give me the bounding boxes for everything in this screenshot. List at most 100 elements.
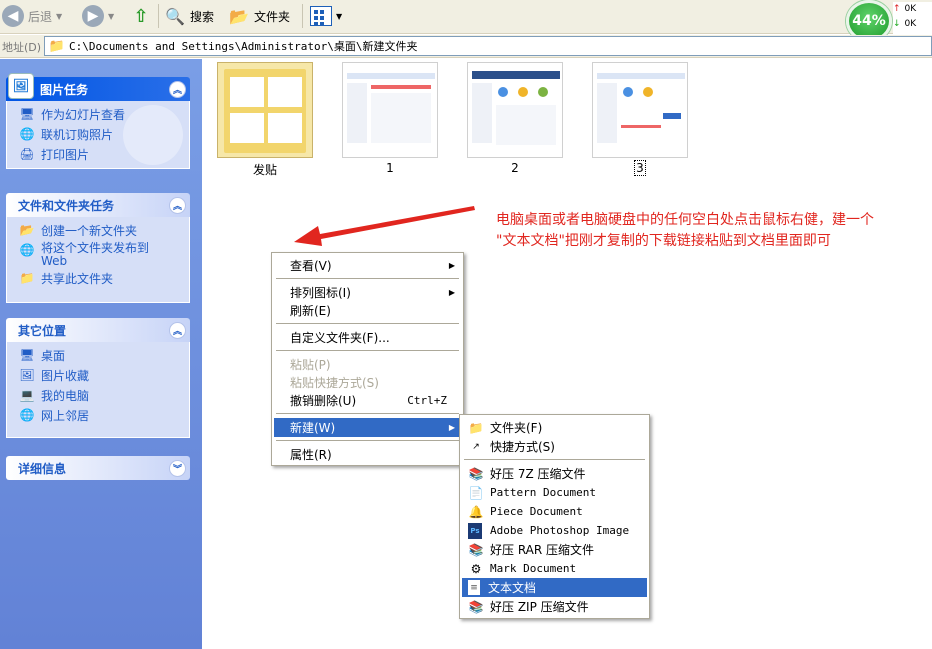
file-tasks-header[interactable]: 文件和文件夹任务 ︽ <box>6 193 190 217</box>
menu-divider <box>276 278 459 279</box>
picture-tasks-panel: 🖼 图片任务 ︽ 🖥 作为幻灯片查看 🌐 联机订购照片 🖨 打印图片 <box>6 73 190 169</box>
task-publish-web[interactable]: 🌐 将这个文件夹发布到 Web <box>19 242 189 270</box>
annotation-arrow <box>294 206 475 246</box>
back-arrow-icon: ◀ <box>2 5 24 27</box>
order-prints-icon: 🌐 <box>19 127 35 141</box>
picture-tasks-header[interactable]: 🖼 图片任务 ︽ <box>6 73 190 101</box>
menu-divider <box>464 459 645 460</box>
photoshop-icon: Ps <box>468 522 482 539</box>
menu-item-paste-shortcut[interactable]: 粘贴快捷方式(S) <box>274 373 461 392</box>
new-item-photoshop-image[interactable]: Ps Adobe Photoshop Image <box>462 521 647 540</box>
toolbar: ◀ 后退 ▼ ▶ ▼ ⇧ 🔍 搜索 📂 文件夹 ▼ <box>0 0 932 34</box>
shortcut-icon: ↗ <box>472 441 480 452</box>
up-arrow-icon: ⇧ <box>133 5 149 27</box>
task-new-folder[interactable]: 📂 创建一个新文件夹 <box>19 222 189 242</box>
my-computer-icon: 💻 <box>19 388 35 402</box>
expand-icon[interactable]: ︾ <box>169 459 186 477</box>
slideshow-icon: 🖥 <box>19 107 35 121</box>
submenu-arrow-icon: ▶ <box>448 261 455 270</box>
menu-divider <box>276 440 459 441</box>
file-name[interactable]: 发贴 <box>217 161 313 178</box>
file-tasks-body: 📂 创建一个新文件夹 🌐 将这个文件夹发布到 Web 📁 共享此文件夹 <box>6 217 190 303</box>
picture-tasks-body: 🖥 作为幻灯片查看 🌐 联机订购照片 🖨 打印图片 <box>6 101 190 169</box>
collapse-icon[interactable]: ︽ <box>169 196 186 214</box>
folders-button[interactable]: 📂 文件夹 <box>228 2 290 30</box>
pattern-document-icon: 📄 <box>468 485 484 500</box>
new-item-mark-document[interactable]: ⚙ Mark Document <box>462 559 647 578</box>
text-document-icon: ≡ <box>468 580 480 595</box>
other-places-header[interactable]: 其它位置 ︽ <box>6 318 190 342</box>
archive-rar-icon: 📚 <box>468 542 484 557</box>
new-item-shortcut[interactable]: ↗ 快捷方式(S) <box>462 437 647 456</box>
submenu-arrow-icon: ▶ <box>448 423 455 432</box>
file-name[interactable]: 3 <box>592 160 688 176</box>
forward-arrow-icon: ▶ <box>82 5 104 27</box>
chevron-down-icon: ▼ <box>56 11 63 21</box>
upload-arrow-icon: ↑ <box>893 4 901 14</box>
place-network[interactable]: 🌐 网上邻居 <box>19 407 189 427</box>
new-item-piece-document[interactable]: 🔔 Piece Document <box>462 502 647 521</box>
file-thumbnail[interactable] <box>592 62 688 158</box>
share-folder-icon: 📁 <box>19 271 35 285</box>
new-item-text-document[interactable]: ≡ 文本文档 <box>462 578 647 597</box>
menu-item-refresh[interactable]: 刷新(E) <box>274 301 461 320</box>
new-item-pattern-document[interactable]: 📄 Pattern Document <box>462 483 647 502</box>
file-thumbnail[interactable] <box>342 62 438 158</box>
menu-item-new[interactable]: 新建(W) ▶ <box>274 418 461 437</box>
menu-item-view[interactable]: 查看(V) ▶ <box>274 256 461 275</box>
submenu-arrow-icon: ▶ <box>448 288 455 297</box>
address-bar: 地址(D) 📁 C:\Documents and Settings\Admini… <box>0 35 932 58</box>
other-places-panel: 其它位置 ︽ 🖥 桌面 🖼 图片收藏 💻 我的电脑 🌐 网上邻居 <box>6 318 190 438</box>
menu-item-undo-delete[interactable]: 撤销删除(U) Ctrl+Z <box>274 391 461 410</box>
file-name[interactable]: 1 <box>342 161 438 175</box>
collapse-icon[interactable]: ︽ <box>169 80 186 98</box>
annotation-text: 电脑桌面或者电脑硬盘中的任何空白处点击鼠标右健，建一个 "文本文档"把刚才复制的… <box>496 212 874 249</box>
printer-icon: 🖨 <box>19 147 35 161</box>
folder-icon: 📁 <box>468 420 484 435</box>
menu-item-customize-folder[interactable]: 自定义文件夹(F)... <box>274 328 461 347</box>
menu-item-properties[interactable]: 属性(R) <box>274 445 461 464</box>
menu-divider <box>276 323 459 324</box>
menu-item-paste[interactable]: 粘贴(P) <box>274 355 461 374</box>
address-label: 地址(D) <box>2 41 42 54</box>
file-thumbnail[interactable] <box>217 62 313 158</box>
toolbar-divider <box>158 4 159 28</box>
file-name[interactable]: 2 <box>467 161 563 175</box>
new-item-zip[interactable]: 📚 好压 ZIP 压缩文件 <box>462 597 647 616</box>
folder-icon: 📁 <box>48 38 66 54</box>
menu-divider <box>276 413 459 414</box>
watermark-icon <box>123 105 183 165</box>
new-item-7z[interactable]: 📚 好压 7Z 压缩文件 <box>462 464 647 483</box>
network-speed: ↑ 0K ↓ 0K <box>893 2 932 36</box>
address-input[interactable]: 📁 C:\Documents and Settings\Administrato… <box>44 36 932 56</box>
up-folder-button[interactable]: ⇧ <box>130 2 152 30</box>
menu-divider <box>276 350 459 351</box>
back-button[interactable]: ◀ 后退 ▼ <box>2 2 62 30</box>
details-header[interactable]: 详细信息 ︾ <box>6 456 190 480</box>
views-icon <box>310 6 332 26</box>
views-button[interactable]: ▼ <box>310 2 342 30</box>
pictures-icon: 🖼 <box>8 73 34 99</box>
forward-button[interactable]: ▶ ▼ <box>82 2 114 30</box>
archive-7z-icon: 📚 <box>468 466 484 481</box>
place-my-pictures[interactable]: 🖼 图片收藏 <box>19 367 189 387</box>
place-my-computer[interactable]: 💻 我的电脑 <box>19 387 189 407</box>
piece-document-icon: 🔔 <box>468 504 484 519</box>
new-item-rar[interactable]: 📚 好压 RAR 压缩文件 <box>462 540 647 559</box>
folder-icon: 📂 <box>229 6 249 26</box>
file-thumbnail[interactable] <box>467 62 563 158</box>
menu-item-arrange-icons[interactable]: 排列图标(I) ▶ <box>274 283 461 302</box>
task-share-folder[interactable]: 📁 共享此文件夹 <box>19 270 189 290</box>
details-panel: 详细信息 ︾ <box>6 456 190 480</box>
new-item-folder[interactable]: 📁 文件夹(F) <box>462 418 647 437</box>
place-desktop[interactable]: 🖥 桌面 <box>19 347 189 367</box>
publish-web-icon: 🌐 <box>19 243 35 257</box>
new-folder-icon: 📂 <box>19 223 35 237</box>
my-pictures-icon: 🖼 <box>19 368 35 382</box>
collapse-icon[interactable]: ︽ <box>169 321 186 339</box>
search-button[interactable]: 🔍 搜索 <box>164 2 214 30</box>
desktop-icon: 🖥 <box>19 348 35 362</box>
search-icon: 🔍 <box>165 6 185 26</box>
archive-zip-icon: 📚 <box>468 599 484 614</box>
download-arrow-icon: ↓ <box>893 19 901 29</box>
